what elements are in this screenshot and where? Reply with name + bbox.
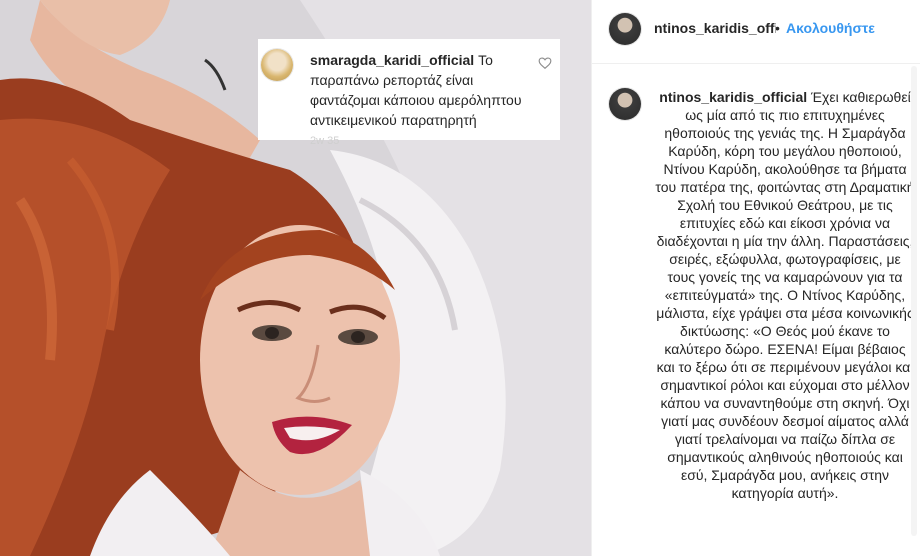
commenter-avatar[interactable] (261, 49, 293, 81)
follow-button[interactable]: Ακολουθήστε (786, 20, 875, 36)
author-username[interactable]: ntinos_karidis_official (654, 20, 776, 36)
caption-scrollbar[interactable] (908, 64, 920, 556)
comment-timestamp: 2w 35 (310, 135, 340, 147)
caption-text: Έχει καθιερωθεί ως μία από τις πιο επιτυ… (655, 89, 915, 501)
caption-body: ntinos_karidis_official Έχει καθιερωθεί … (654, 88, 916, 502)
author-avatar[interactable] (609, 13, 641, 45)
comment-popup: smaragda_karidi_official Το παραπάνω ρεπ… (258, 39, 560, 147)
heart-outline-icon[interactable] (538, 56, 552, 70)
header-separator: • (775, 20, 780, 36)
comment-body: smaragda_karidi_official Το παραπάνω ρεπ… (310, 50, 540, 130)
post-side-panel: ntinos_karidis_official • Ακολουθήστε nt… (591, 0, 920, 556)
commenter-username[interactable]: smaragda_karidi_official (310, 52, 474, 68)
caption-author-avatar[interactable] (609, 88, 641, 120)
caption-username[interactable]: ntinos_karidis_official (659, 89, 807, 105)
post-header: ntinos_karidis_official • Ακολουθήστε (592, 0, 920, 64)
scrollbar-thumb[interactable] (911, 66, 917, 536)
